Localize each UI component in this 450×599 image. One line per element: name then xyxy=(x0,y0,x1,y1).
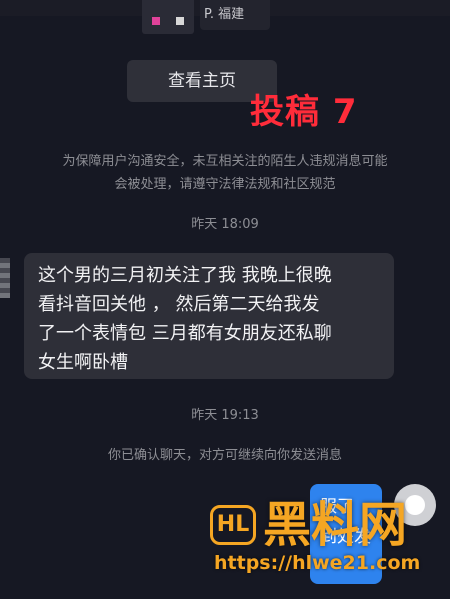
avatar-icon xyxy=(405,495,425,515)
watermark-url: https://hlwe21.com xyxy=(214,552,421,574)
watermark-logo: HL xyxy=(210,505,256,545)
chat-confirm-notice: 你已确认聊天，对方可继续向你发送消息 xyxy=(107,448,342,463)
message-line: 女生啊卧槽 xyxy=(38,352,128,373)
message-line: 了一个表情包 三月都有女朋友还私聊 xyxy=(38,323,332,344)
submission-stamp: 投稿 7 xyxy=(250,92,358,132)
message-timestamp-2: 昨天 19:13 xyxy=(191,408,259,423)
sender-avatar[interactable] xyxy=(0,258,10,298)
received-message-bubble[interactable]: 这个男的三月初关注了我 我晚上很晚 看抖音回关他 ， 然后第二天给我发 了一个表… xyxy=(24,253,394,379)
safety-notice-line2: 会被处理，请遵守法律法规和社区规范 xyxy=(114,177,336,192)
pink-square-icon xyxy=(152,17,160,25)
location-label: P. 福建 xyxy=(200,0,270,30)
watermark-title: 黑料网 xyxy=(263,497,408,553)
message-timestamp: 昨天 18:09 xyxy=(191,217,259,232)
message-line: 这个男的三月初关注了我 我晚上很晚 xyxy=(38,265,332,286)
safety-notice-line1: 为保障用户沟通安全，未互相关注的陌生人违规消息可能 xyxy=(62,154,388,169)
white-square-icon xyxy=(176,17,184,25)
profile-thumbnail[interactable] xyxy=(142,0,194,34)
message-line: 看抖音回关他 ， 然后第二天给我发 xyxy=(38,294,320,315)
